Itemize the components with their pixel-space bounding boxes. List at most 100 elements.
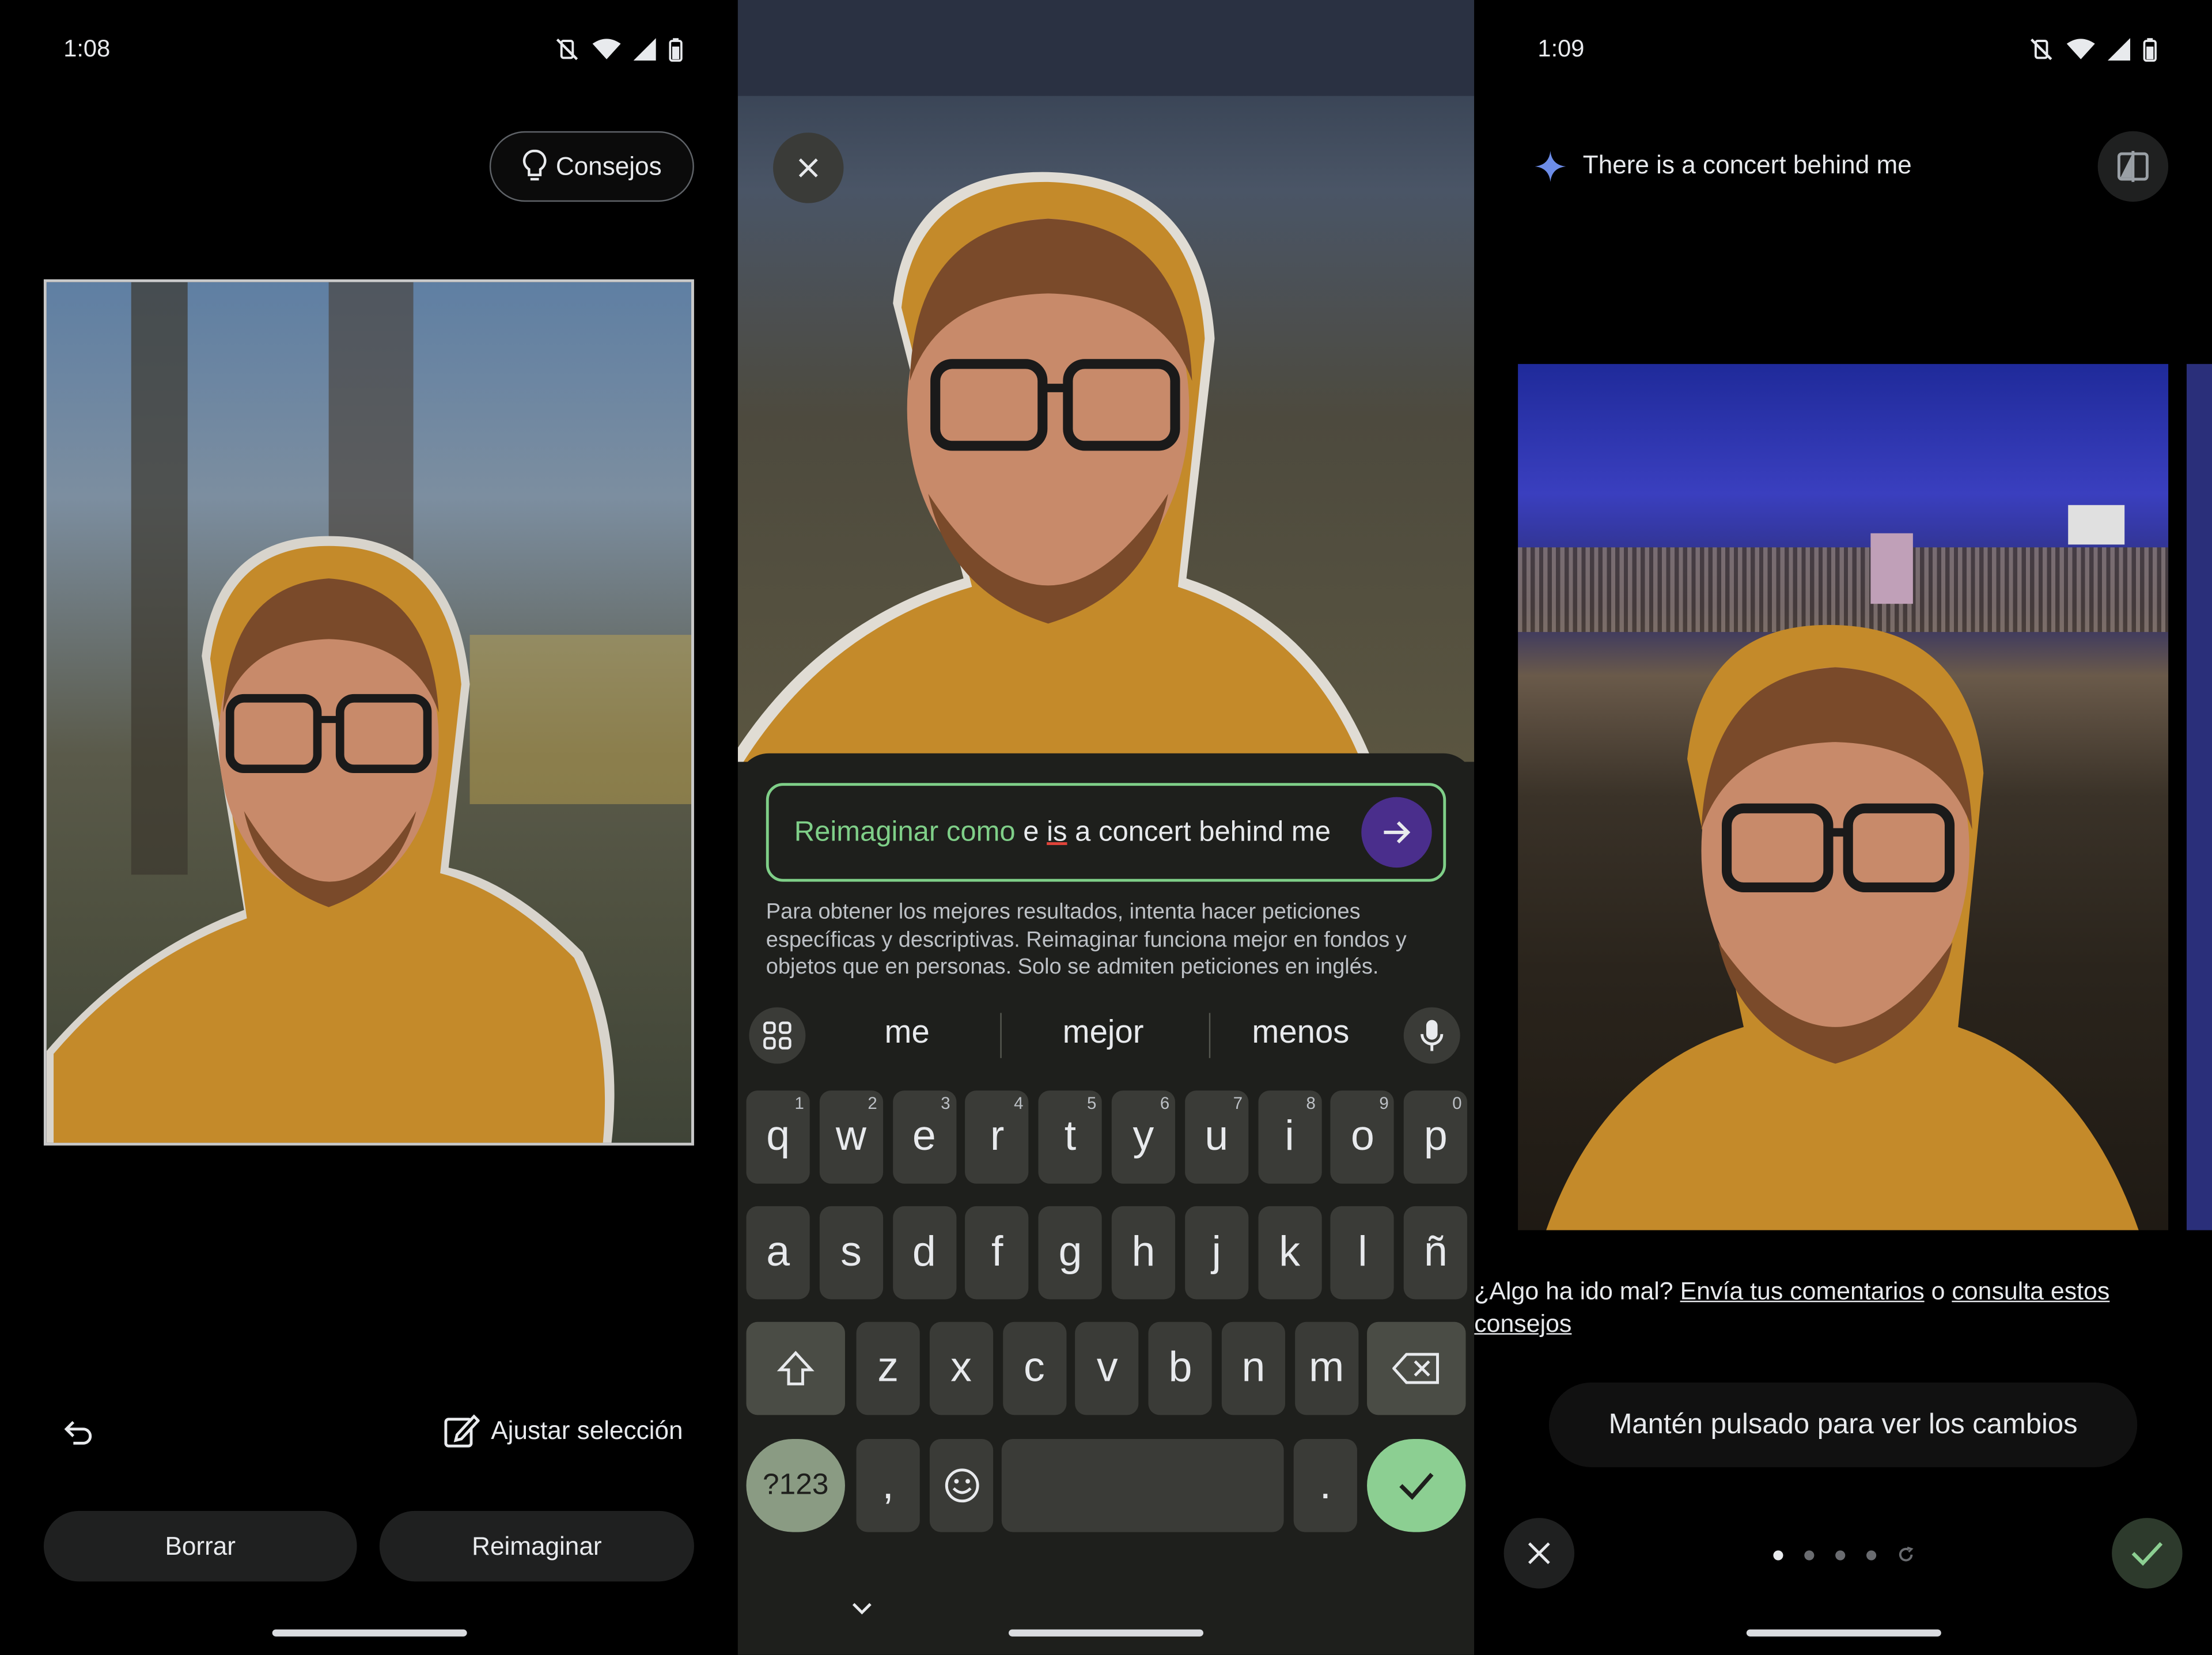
shift-key[interactable] (746, 1321, 845, 1415)
wifi-icon (2066, 39, 2095, 59)
suggestion-3[interactable]: menos (1216, 1013, 1385, 1051)
key-ñ[interactable]: ñ (1404, 1206, 1468, 1300)
battery-icon (669, 37, 683, 61)
page-dot-active[interactable] (1773, 1550, 1783, 1560)
result-page-indicator (1773, 1546, 1914, 1563)
top-shade (737, 0, 1475, 96)
key-s[interactable]: s (819, 1206, 883, 1300)
enter-key[interactable] (1367, 1438, 1466, 1532)
hold-to-compare-hint[interactable]: Mantén pulsado para ver los cambios (1549, 1383, 2138, 1467)
key-l[interactable]: l (1331, 1206, 1395, 1300)
reimagine-button[interactable]: Reimaginar (379, 1510, 694, 1582)
accept-button[interactable] (2112, 1518, 2183, 1589)
page-dot[interactable] (1804, 1550, 1815, 1560)
key-h[interactable]: h (1111, 1206, 1176, 1300)
photo-preview[interactable] (43, 279, 694, 1146)
key-label: f (991, 1229, 1003, 1275)
key-w[interactable]: w2 (819, 1090, 883, 1184)
selected-person (737, 172, 1373, 762)
page-dot[interactable] (1866, 1550, 1877, 1560)
regenerate-icon[interactable] (1897, 1546, 1914, 1563)
key-y[interactable]: y6 (1111, 1090, 1176, 1184)
key-j[interactable]: j (1184, 1206, 1248, 1300)
key-label: b (1168, 1344, 1192, 1391)
prompt-text-misspelled: is (1047, 816, 1067, 847)
selected-person[interactable] (46, 529, 694, 1145)
send-feedback-link[interactable]: Envía tus comentarios (1680, 1277, 1925, 1305)
close-icon (798, 158, 818, 177)
key-r[interactable]: r4 (965, 1090, 1029, 1184)
key-number-hint: 9 (1379, 1093, 1389, 1114)
key-e[interactable]: e3 (892, 1090, 956, 1184)
hide-keyboard-button[interactable] (851, 1599, 873, 1624)
tips-label: Consejos (555, 152, 662, 180)
tips-button[interactable]: Consejos (489, 131, 694, 202)
chevron-down-icon (852, 1603, 872, 1615)
result-photo[interactable] (1518, 363, 2169, 1230)
stage-prop (1870, 533, 1913, 604)
page-dot[interactable] (1835, 1550, 1846, 1560)
keyboard-menu-button[interactable] (749, 1007, 806, 1064)
key-g[interactable]: g (1038, 1206, 1103, 1300)
close-button[interactable] (773, 132, 844, 203)
key-i[interactable]: i8 (1257, 1090, 1321, 1184)
comma-key[interactable]: , (856, 1438, 920, 1532)
space-key[interactable] (1001, 1438, 1284, 1532)
battery-icon (2143, 37, 2157, 61)
discard-button[interactable] (1503, 1518, 1575, 1589)
lightbulb-icon (522, 149, 547, 181)
feedback-prefix: ¿Algo ha ido mal? (1474, 1277, 1673, 1305)
key-number-hint: 3 (941, 1093, 950, 1114)
key-a[interactable]: a (746, 1206, 810, 1300)
suggestion-2[interactable]: mejor (1018, 1013, 1188, 1051)
status-time: 1:09 (1537, 35, 1585, 62)
key-c[interactable]: c (1002, 1321, 1066, 1415)
key-b[interactable]: b (1148, 1321, 1213, 1415)
key-k[interactable]: k (1257, 1206, 1321, 1300)
erase-button[interactable]: Borrar (43, 1510, 357, 1582)
voice-input-button[interactable] (1403, 1007, 1460, 1064)
key-label: t (1064, 1113, 1077, 1160)
key-label: e (912, 1113, 936, 1160)
key-label: n (1241, 1344, 1266, 1391)
prompt-input[interactable]: Reimaginar como e is a concert behind me (766, 783, 1446, 882)
signal-icon (2107, 38, 2130, 61)
key-m[interactable]: m (1294, 1321, 1358, 1415)
send-button[interactable] (1361, 797, 1432, 868)
emoji-icon (944, 1468, 979, 1503)
key-x[interactable]: x (929, 1321, 993, 1415)
key-label: v (1096, 1344, 1118, 1391)
suggestion-1[interactable]: me (823, 1013, 992, 1051)
key-d[interactable]: d (892, 1206, 956, 1300)
key-label: ñ (1423, 1229, 1448, 1275)
key-label: i (1285, 1113, 1294, 1160)
key-f[interactable]: f (965, 1206, 1029, 1300)
period-key[interactable]: . (1293, 1438, 1357, 1532)
next-result-preview[interactable] (2186, 363, 2212, 1230)
stage-screen (2068, 505, 2125, 545)
compare-button[interactable] (2097, 131, 2169, 202)
key-label: m (1309, 1344, 1344, 1391)
key-p[interactable]: p0 (1404, 1090, 1468, 1184)
key-u[interactable]: u7 (1184, 1090, 1248, 1184)
key-number-hint: 4 (1014, 1093, 1024, 1114)
key-t[interactable]: t5 (1038, 1090, 1103, 1184)
emoji-key[interactable] (929, 1438, 994, 1532)
suggestion-divider (1000, 1013, 1002, 1058)
backspace-key[interactable] (1367, 1321, 1466, 1415)
suggestion-divider (1209, 1013, 1211, 1058)
key-number-hint: 5 (1086, 1093, 1097, 1114)
symbols-key[interactable]: ?123 (746, 1438, 845, 1532)
undo-icon[interactable] (62, 1415, 96, 1456)
reimagine-result-panel: 1:09 There is a concert behind me ¿Algo … (1474, 0, 2212, 1655)
key-label: j (1211, 1229, 1221, 1275)
key-label: a (766, 1229, 790, 1275)
key-o[interactable]: o9 (1331, 1090, 1395, 1184)
signal-icon (633, 38, 656, 61)
key-z[interactable]: z (856, 1321, 920, 1415)
wifi-icon (592, 39, 621, 59)
adjust-selection-button[interactable]: Ajustar selección (443, 1412, 683, 1449)
key-v[interactable]: v (1075, 1321, 1139, 1415)
key-q[interactable]: q1 (746, 1090, 810, 1184)
key-n[interactable]: n (1221, 1321, 1286, 1415)
